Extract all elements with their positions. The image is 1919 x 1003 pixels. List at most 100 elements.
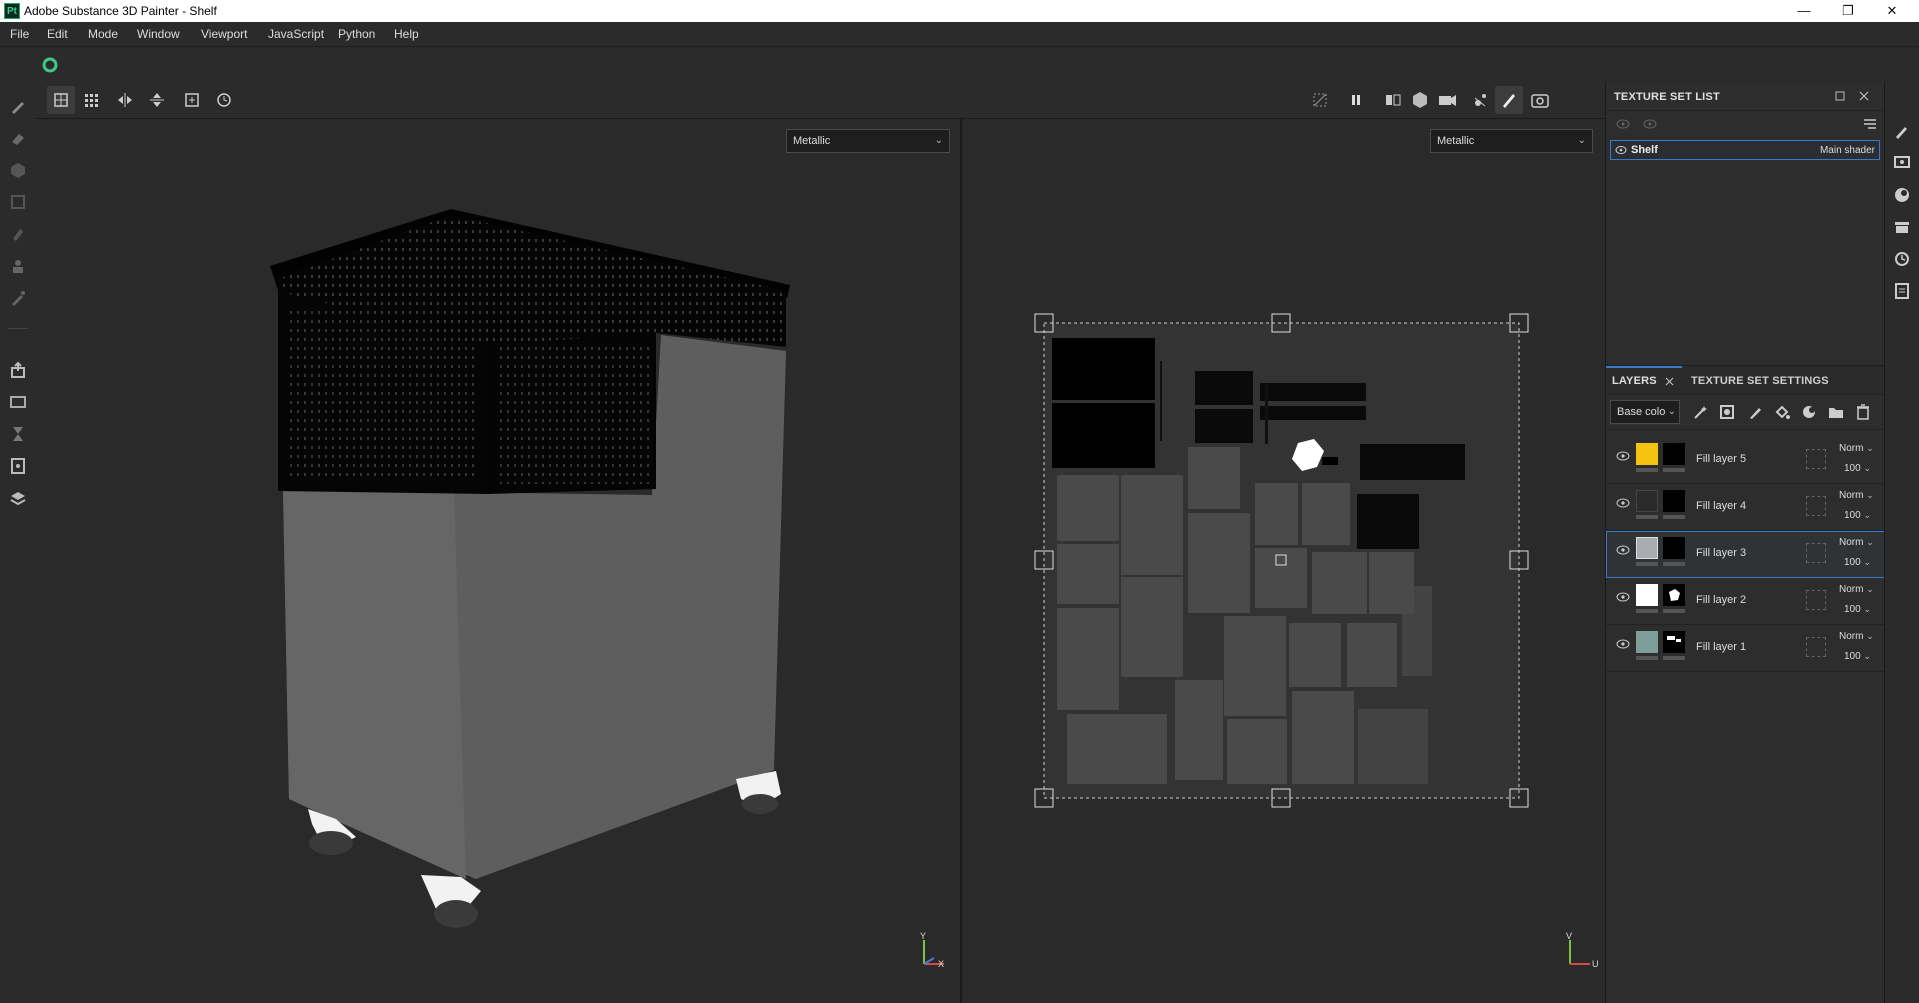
- environment-icon[interactable]: [1893, 186, 1911, 204]
- popout-icon[interactable]: [1835, 91, 1845, 101]
- layer-mask-slot[interactable]: [1806, 496, 1826, 516]
- split-view-button[interactable]: [1379, 86, 1407, 114]
- blend-mode-select[interactable]: Norm ⌄: [1839, 443, 1874, 454]
- layer-mask-slot[interactable]: [1806, 590, 1826, 610]
- display-settings-icon[interactable]: [1893, 154, 1911, 172]
- eraser-icon[interactable]: [8, 128, 28, 148]
- menu-javascript[interactable]: JavaScript: [268, 27, 324, 41]
- clone-stamp-icon[interactable]: [8, 256, 28, 276]
- channel-filter-select[interactable]: Base colo ⌄: [1610, 400, 1680, 424]
- layer-name: Fill layer 5: [1696, 453, 1747, 465]
- hide-ui-button[interactable]: [1306, 86, 1334, 114]
- document-icon[interactable]: [8, 456, 28, 476]
- viewport-2d[interactable]: Metallic ⌄ V U: [962, 119, 1605, 1003]
- blend-mode-value: Norm: [1839, 537, 1864, 548]
- history-button[interactable]: [210, 86, 238, 114]
- menu-lines-icon[interactable]: [1863, 118, 1877, 130]
- close-panel-icon[interactable]: [1859, 91, 1869, 101]
- bake-icon[interactable]: [8, 392, 28, 412]
- physics-button[interactable]: [1467, 86, 1495, 114]
- library-icon[interactable]: [8, 488, 28, 508]
- brush-properties-icon[interactable]: [1893, 122, 1911, 140]
- layer-row-selected[interactable]: Fill layer 3 Norm ⌄ 100 ⌄: [1606, 531, 1885, 578]
- menu-help[interactable]: Help: [394, 27, 419, 41]
- menu-python[interactable]: Python: [338, 27, 375, 41]
- axis-v-label: V: [1566, 931, 1573, 941]
- tab-layers[interactable]: LAYERS: [1606, 366, 1682, 394]
- menu-window[interactable]: Window: [137, 27, 180, 41]
- paint-brush-icon[interactable]: [8, 96, 28, 116]
- blend-mode-select[interactable]: Norm ⌄: [1839, 584, 1874, 595]
- opacity-field[interactable]: 100 ⌄: [1844, 510, 1871, 521]
- menu-mode[interactable]: Mode: [88, 27, 118, 41]
- axis-x-label: X: [938, 959, 945, 969]
- mirror-horizontal-button[interactable]: [111, 86, 139, 114]
- magic-wand-icon[interactable]: [1692, 404, 1708, 420]
- opacity-field[interactable]: 100 ⌄: [1844, 651, 1871, 662]
- history-icon[interactable]: [1893, 250, 1911, 268]
- blend-mode-select[interactable]: Norm ⌄: [1839, 537, 1874, 548]
- eye-icon[interactable]: [1616, 592, 1630, 602]
- eye-icon[interactable]: [1616, 639, 1630, 649]
- layer-mask-thumbnail: [1663, 490, 1685, 512]
- screenshot-button[interactable]: [1526, 86, 1554, 114]
- menu-edit[interactable]: Edit: [47, 27, 68, 41]
- opacity-field[interactable]: 100 ⌄: [1844, 463, 1871, 474]
- export-icon[interactable]: [8, 360, 28, 380]
- trash-icon[interactable]: [1855, 404, 1871, 420]
- close-window-button[interactable]: ✕: [1870, 2, 1914, 20]
- opacity-value: 100: [1844, 510, 1861, 521]
- material-picker-icon[interactable]: [8, 288, 28, 308]
- mirror-vertical-button[interactable]: [143, 86, 171, 114]
- layer-row[interactable]: Fill layer 5 Norm ⌄ 100 ⌄: [1606, 437, 1885, 484]
- add-view-button[interactable]: [178, 86, 206, 114]
- folder-icon[interactable]: [1828, 404, 1844, 420]
- layer-color-thumbnail: [1636, 631, 1658, 653]
- eye-icon[interactable]: [1616, 545, 1630, 555]
- log-icon[interactable]: [1893, 282, 1911, 300]
- layer-row[interactable]: Fill layer 1 Norm ⌄ 100 ⌄: [1606, 625, 1885, 672]
- add-fill-layer-icon[interactable]: [1774, 404, 1790, 420]
- layer-mask-thumbnail: [1663, 584, 1685, 606]
- smudge-icon[interactable]: [8, 224, 28, 244]
- shelf-icon[interactable]: [1893, 218, 1911, 236]
- opacity-field[interactable]: 100 ⌄: [1844, 604, 1871, 615]
- tab-texture-set-settings[interactable]: TEXTURE SET SETTINGS: [1691, 375, 1829, 387]
- close-tab-icon[interactable]: [1665, 377, 1674, 386]
- opacity-field[interactable]: 100 ⌄: [1844, 557, 1871, 568]
- maximize-button[interactable]: ❐: [1826, 2, 1870, 20]
- blend-mode-select[interactable]: Norm ⌄: [1839, 631, 1874, 642]
- eye-icon[interactable]: [1643, 118, 1657, 130]
- eye-icon[interactable]: [1615, 145, 1627, 155]
- layer-row[interactable]: Fill layer 2 Norm ⌄ 100 ⌄: [1606, 578, 1885, 625]
- eye-icon[interactable]: [1616, 451, 1630, 461]
- hourglass-icon[interactable]: [8, 424, 28, 444]
- texture-set-name: Shelf: [1631, 144, 1658, 156]
- eye-icon[interactable]: [1616, 498, 1630, 508]
- layer-mask-slot[interactable]: [1806, 637, 1826, 657]
- camera-view-button[interactable]: [1433, 86, 1461, 114]
- title-bar: Pt Adobe Substance 3D Painter - Shelf — …: [0, 0, 1919, 22]
- layer-mask-slot[interactable]: [1806, 543, 1826, 563]
- layer-row[interactable]: Fill layer 4 Norm ⌄ 100 ⌄: [1606, 484, 1885, 531]
- geometry-mask-icon[interactable]: [8, 192, 28, 212]
- display-mode-button[interactable]: [1406, 86, 1434, 114]
- grid-view-button[interactable]: [47, 86, 75, 114]
- sync-status-icon[interactable]: [42, 57, 58, 73]
- layer-mask-slot[interactable]: [1806, 449, 1826, 469]
- pause-button[interactable]: [1342, 86, 1370, 114]
- add-mask-icon[interactable]: [1719, 404, 1735, 420]
- projection-icon[interactable]: [8, 160, 28, 180]
- add-effect-icon[interactable]: [1801, 404, 1817, 420]
- add-paint-layer-icon[interactable]: [1747, 404, 1763, 420]
- viewport-3d[interactable]: Metallic ⌄ Y X: [36, 119, 960, 1003]
- paint-mode-button[interactable]: [1495, 86, 1523, 114]
- blend-mode-select[interactable]: Norm ⌄: [1839, 490, 1874, 501]
- chevron-down-icon: ⌄: [1667, 406, 1676, 417]
- menu-viewport[interactable]: Viewport: [201, 27, 247, 41]
- symmetry-grid-button[interactable]: [78, 86, 106, 114]
- texture-set-item[interactable]: Shelf Main shader: [1610, 140, 1880, 160]
- minimize-button[interactable]: —: [1782, 2, 1826, 20]
- visibility-toggle-icon[interactable]: [1616, 118, 1630, 130]
- menu-file[interactable]: File: [10, 27, 29, 41]
